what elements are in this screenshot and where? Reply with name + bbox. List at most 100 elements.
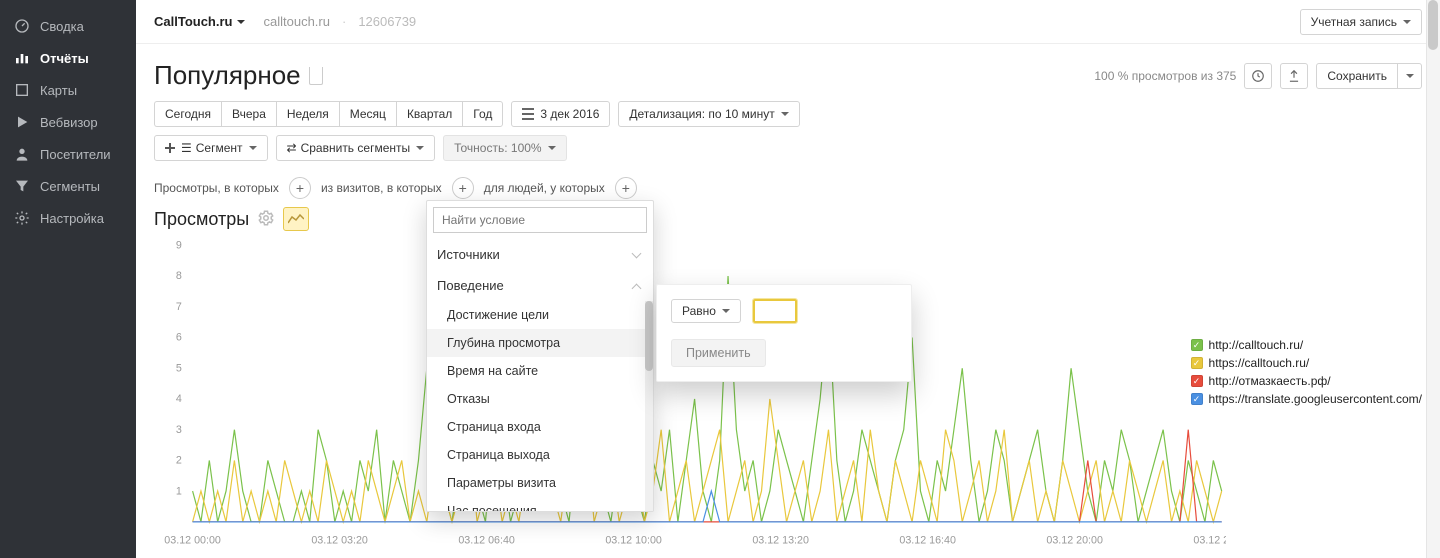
condition-search-input[interactable] xyxy=(433,207,647,233)
add-visits-filter[interactable]: + xyxy=(452,177,474,199)
main: CallTouch.ru calltouch.ru · 12606739 Уче… xyxy=(136,0,1440,558)
add-views-filter[interactable]: + xyxy=(289,177,311,199)
svg-text:2: 2 xyxy=(176,455,182,467)
account-menu[interactable]: Учетная запись xyxy=(1300,9,1422,35)
gauge-icon xyxy=(14,18,30,34)
condition-item[interactable]: Время на сайте xyxy=(427,357,653,385)
bookmark-icon[interactable] xyxy=(309,67,323,85)
period-Вчера[interactable]: Вчера xyxy=(221,101,276,127)
period-Сегодня[interactable]: Сегодня xyxy=(154,101,221,127)
legend-swatch: ✓ xyxy=(1191,339,1203,351)
calendar-button[interactable]: 3 дек 2016 xyxy=(511,101,610,127)
sidebar-item-label: Отчёты xyxy=(40,51,89,66)
views-summary: 100 % просмотров из 375 xyxy=(1094,69,1236,83)
sidebar-item-gear[interactable]: Настройка xyxy=(0,202,136,234)
sidebar-item-funnel[interactable]: Сегменты xyxy=(0,170,136,202)
period-group: СегодняВчераНеделяМесяцКварталГод xyxy=(154,101,503,127)
sidebar-item-label: Сегменты xyxy=(40,179,100,194)
save-button[interactable]: Сохранить xyxy=(1316,63,1398,89)
person-icon xyxy=(14,146,30,162)
panel-scrollbar[interactable] xyxy=(645,301,653,511)
legend-label: https://calltouch.ru/ xyxy=(1209,356,1310,370)
svg-text:03.12 13:20: 03.12 13:20 xyxy=(752,534,809,546)
legend-swatch: ✓ xyxy=(1191,393,1203,405)
period-Месяц[interactable]: Месяц xyxy=(339,101,396,127)
svg-text:3: 3 xyxy=(176,424,182,436)
page-title: Популярное xyxy=(154,60,301,91)
condition-item[interactable]: Страница входа xyxy=(427,413,653,441)
svg-text:03.12 00:00: 03.12 00:00 xyxy=(164,534,221,546)
chart-header: Просмотры xyxy=(136,203,1440,231)
period-Неделя[interactable]: Неделя xyxy=(276,101,339,127)
svg-text:6: 6 xyxy=(176,332,182,344)
gear-icon xyxy=(14,210,30,226)
legend-swatch: ✓ xyxy=(1191,357,1203,369)
sidebar-item-bars[interactable]: Отчёты xyxy=(0,42,136,74)
detail-select[interactable]: Детализация: по 10 минут xyxy=(618,101,799,127)
condition-item[interactable]: Параметры визита xyxy=(427,469,653,497)
condition-group[interactable]: Поведение xyxy=(427,270,653,301)
accuracy-button[interactable]: Точность: 100% xyxy=(443,135,566,161)
chart-legend: ✓ http://calltouch.ru/ ✓ https://calltouch.… xyxy=(1191,338,1422,406)
page-scrollbar[interactable] xyxy=(1426,0,1440,558)
chevron-icon xyxy=(633,250,643,260)
apply-button[interactable]: Применить xyxy=(671,339,766,367)
date-filters: СегодняВчераНеделяМесяцКварталГод 3 дек … xyxy=(136,101,1440,135)
legend-label: http://calltouch.ru/ xyxy=(1209,338,1304,352)
svg-text:03.12 06:40: 03.12 06:40 xyxy=(458,534,515,546)
condition-group[interactable]: Источники xyxy=(427,239,653,270)
condition-panel: ИсточникиПоведениеДостижение целиГлубина… xyxy=(426,200,654,512)
chart-settings-icon[interactable] xyxy=(257,209,275,230)
export-button[interactable] xyxy=(1280,63,1308,89)
sidebar-item-label: Настройка xyxy=(40,211,104,226)
condition-value-panel: Равно Применить xyxy=(656,284,912,382)
sidebar-item-label: Вебвизор xyxy=(40,115,98,130)
play-icon xyxy=(14,114,30,130)
chevron-icon xyxy=(633,281,643,291)
layers-icon xyxy=(14,82,30,98)
sidebar-item-person[interactable]: Посетители xyxy=(0,138,136,170)
condition-item[interactable]: Отказы xyxy=(427,385,653,413)
funnel-icon xyxy=(14,178,30,194)
project-id: 12606739 xyxy=(358,14,416,29)
sidebar-item-gauge[interactable]: Сводка xyxy=(0,10,136,42)
page-header: Популярное 100 % просмотров из 375 Сохра… xyxy=(136,44,1440,101)
condition-item[interactable]: Глубина просмотра xyxy=(427,329,653,357)
sidebar-item-layers[interactable]: Карты xyxy=(0,74,136,106)
compare-segments-button[interactable]: ⇄Сравнить сегменты xyxy=(276,135,436,161)
sidebar-item-play[interactable]: Вебвизор xyxy=(0,106,136,138)
legend-item[interactable]: ✓ https://translate.googleusercontent.com… xyxy=(1191,392,1422,406)
operator-select[interactable]: Равно xyxy=(671,299,741,323)
chart-title: Просмотры xyxy=(154,209,249,230)
condition-value-input[interactable] xyxy=(753,299,797,323)
legend-item[interactable]: ✓ https://calltouch.ru/ xyxy=(1191,356,1422,370)
segment-button[interactable]: ☰Сегмент xyxy=(154,135,268,161)
svg-text:8: 8 xyxy=(176,270,182,282)
condition-item[interactable]: Страница выхода xyxy=(427,441,653,469)
sidebar-item-label: Карты xyxy=(40,83,77,98)
project-selector[interactable]: CallTouch.ru xyxy=(154,14,245,29)
legend-label: http://отмазкаесть.рф/ xyxy=(1209,374,1331,388)
svg-text:5: 5 xyxy=(176,362,182,374)
add-people-filter[interactable]: + xyxy=(615,177,637,199)
period-Квартал[interactable]: Квартал xyxy=(396,101,462,127)
legend-item[interactable]: ✓ http://отмазкаесть.рф/ xyxy=(1191,374,1422,388)
chart-type-line[interactable] xyxy=(283,207,309,231)
legend-label: https://translate.googleusercontent.com/ xyxy=(1209,392,1422,406)
refresh-button[interactable] xyxy=(1244,63,1272,89)
svg-text:03.12 16:40: 03.12 16:40 xyxy=(899,534,956,546)
save-menu[interactable] xyxy=(1398,63,1422,89)
period-Год[interactable]: Год xyxy=(462,101,503,127)
legend-swatch: ✓ xyxy=(1191,375,1203,387)
legend-item[interactable]: ✓ http://calltouch.ru/ xyxy=(1191,338,1422,352)
condition-item[interactable]: Час посещения xyxy=(427,497,653,511)
condition-item[interactable]: Достижение цели xyxy=(427,301,653,329)
sidebar-item-label: Посетители xyxy=(40,147,111,162)
svg-text:03.12 23:20: 03.12 23:20 xyxy=(1193,534,1226,546)
sidebar: Сводка Отчёты Карты Вебвизор Посетители Сегме… xyxy=(0,0,136,558)
seg-people-label: для людей, у которых xyxy=(484,181,605,195)
svg-text:7: 7 xyxy=(176,301,182,313)
bars-icon xyxy=(14,50,30,66)
svg-text:1: 1 xyxy=(176,485,182,497)
svg-text:4: 4 xyxy=(176,393,182,405)
